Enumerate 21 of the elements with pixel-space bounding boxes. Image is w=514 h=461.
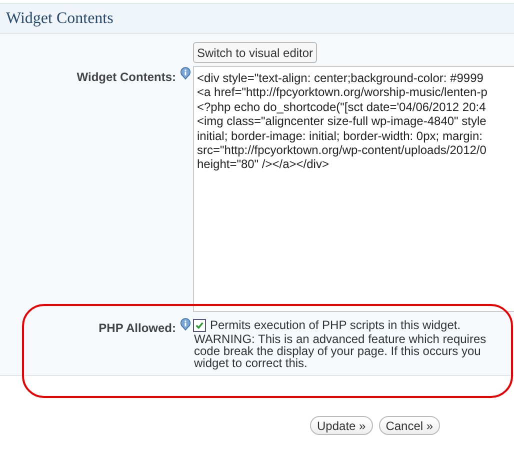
code-line: height="80" /></a></div> (197, 157, 329, 172)
switch-editor-button[interactable]: Switch to visual editor (193, 42, 318, 63)
warning-text: code break the display of your page. If this occurs you (194, 345, 481, 357)
cancel-button[interactable]: Cancel » (378, 416, 440, 435)
section-title: Widget Contents (6, 10, 114, 28)
code-line: src="http://fpcyorktown.org/wp-content/uploads/2012/0 (197, 143, 486, 158)
info-icon[interactable] (179, 67, 192, 80)
code-line: <img class="aligncenter size-full wp-image-4840" style (197, 114, 486, 129)
code-line: <?php echo do_shortcode("[sct date='04/06/2012 20:4 (197, 100, 486, 114)
checkbox-label: Permits execution of PHP scripts in this widget. (210, 318, 461, 332)
code-line: <a href="http://fpcyorktown.org/worship-music/lenten-p (197, 85, 488, 100)
code-textarea[interactable] (193, 66, 514, 312)
warning-text: WARNING: This is an advanced feature which requires (194, 333, 486, 345)
code-line: initial; border-image: initial; border-width: 0px; margin: (197, 128, 484, 144)
info-icon[interactable] (179, 318, 192, 331)
warning-text: widget to correct this. (194, 357, 308, 369)
code-line: <div style="text-align: center;background-color: #9999 (197, 71, 484, 86)
checkbox[interactable] (193, 318, 206, 332)
field-label: PHP Allowed: (98, 321, 176, 335)
update-button[interactable]: Update » (310, 416, 373, 435)
field-label: Widget Contents: (76, 70, 176, 84)
